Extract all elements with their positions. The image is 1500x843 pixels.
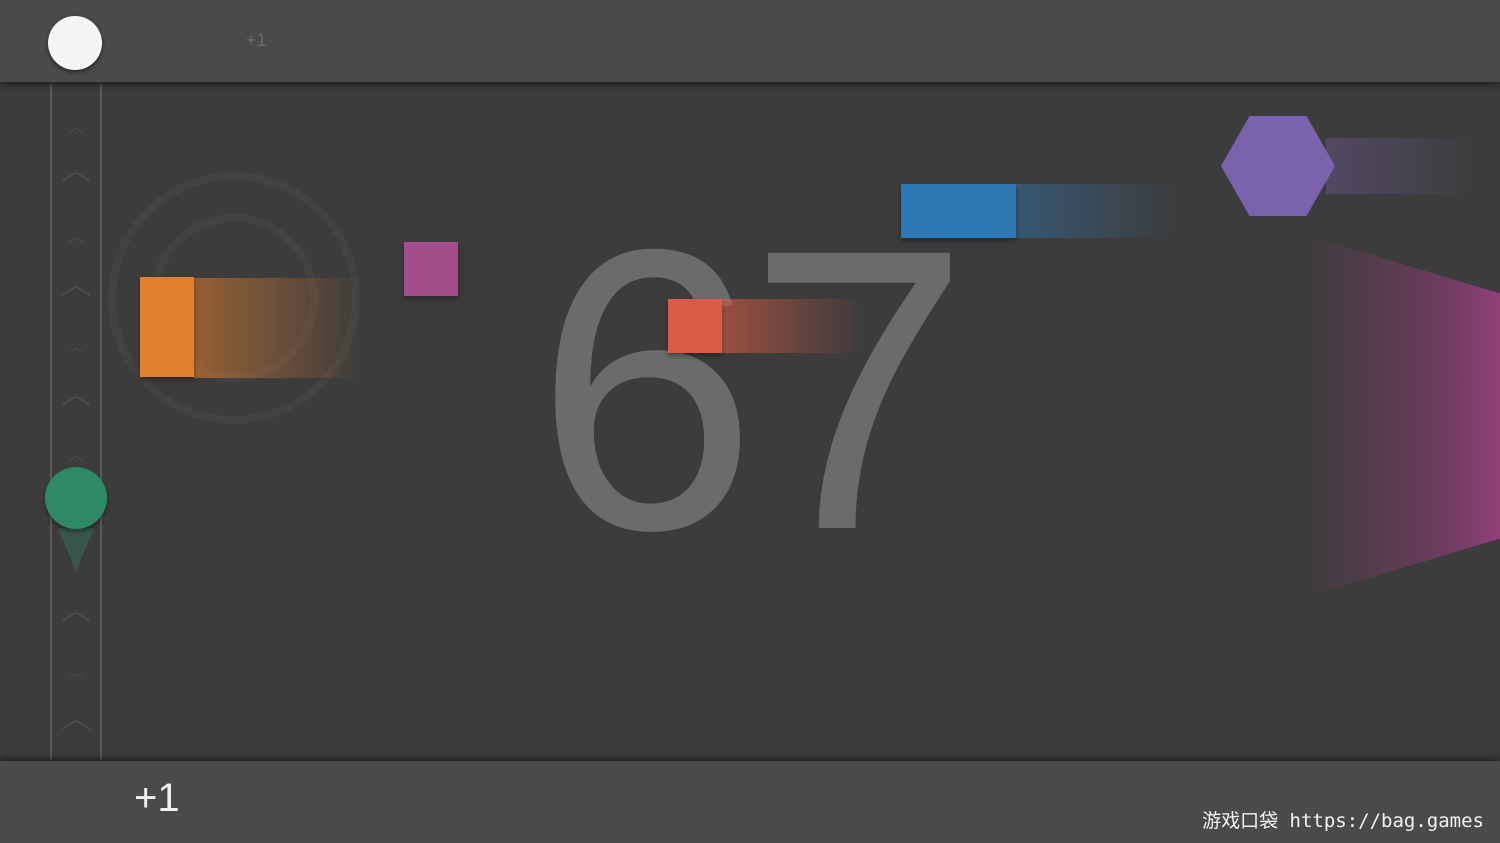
- chevron-up-icon: ︿: [67, 117, 84, 136]
- player-ball[interactable]: [45, 467, 107, 529]
- score-display: 67: [535, 166, 970, 613]
- chevron-up-icon: ︿: [67, 337, 84, 356]
- blue-block-trail: [1016, 184, 1176, 238]
- orange-block-obstacle: [140, 277, 194, 377]
- chevron-up-icon: ︿: [61, 267, 91, 302]
- player-track[interactable]: ︿ ︿ ︿ ︿ ︿ ︿ ︿ ︿ ︿ ︿: [50, 84, 102, 760]
- player-motion-tail: [58, 528, 94, 572]
- top-hud-bar: +1: [0, 0, 1500, 82]
- chevron-up-icon: ︿: [61, 593, 91, 628]
- chevron-up-icon: ︿: [61, 153, 91, 188]
- lives-ball-icon: [48, 16, 102, 70]
- chevron-up-icon: ︿: [67, 663, 84, 682]
- game-stage[interactable]: +1 67 ︿ ︿ ︿ ︿ ︿ ︿ ︿ ︿ ︿ ︿ +1 游戏口袋 https:…: [0, 0, 1500, 843]
- chevron-up-icon: ︿: [67, 227, 84, 246]
- chevron-up-icon: ︿: [61, 377, 91, 412]
- blue-block-obstacle: [901, 184, 1016, 238]
- magenta-block-obstacle: [404, 242, 458, 296]
- chevron-up-icon: ︿: [67, 445, 84, 464]
- red-block-trail: [722, 299, 862, 353]
- hexagon-trail: [1326, 138, 1476, 194]
- orange-block-trail: [194, 278, 364, 378]
- chevron-up-icon: ︿: [61, 701, 91, 736]
- red-block-obstacle: [668, 299, 722, 353]
- top-bonus-indicator: +1: [246, 30, 267, 50]
- site-watermark: 游戏口袋 https://bag.games: [1202, 810, 1484, 832]
- purple-hexagon-obstacle: [1221, 116, 1335, 216]
- bottom-bonus-indicator: +1: [134, 776, 180, 820]
- magenta-beam-hazard: [1310, 236, 1500, 596]
